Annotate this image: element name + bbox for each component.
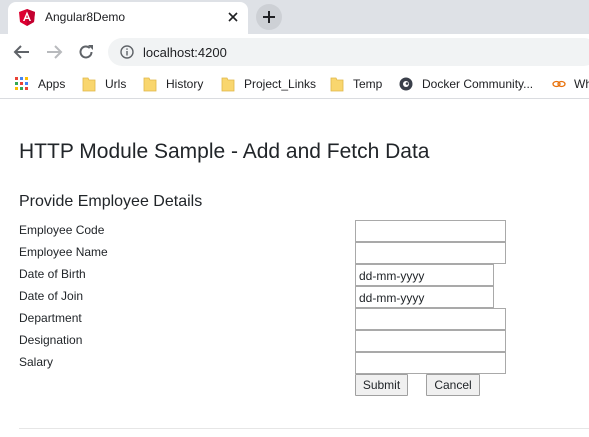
department-input[interactable] — [355, 308, 506, 330]
folder-icon — [143, 77, 157, 92]
bookmarks-bar: Apps Urls History Project_Links Temp Doc… — [0, 70, 589, 99]
department-label: Department — [19, 311, 82, 325]
date-placeholder: dd-mm-yyyy — [359, 269, 425, 283]
submit-button[interactable]: Submit — [355, 374, 408, 396]
designation-input[interactable] — [355, 330, 506, 352]
angular-icon — [19, 9, 35, 26]
salary-input[interactable] — [355, 352, 506, 374]
plus-icon — [263, 11, 275, 23]
employee-code-label: Employee Code — [19, 223, 105, 237]
browser-toolbar: localhost:4200 — [0, 34, 589, 70]
address-bar[interactable]: localhost:4200 — [108, 38, 589, 66]
salary-label: Salary — [19, 355, 54, 369]
employee-name-label: Employee Name — [19, 245, 108, 259]
close-icon[interactable] — [226, 10, 240, 24]
docker-icon — [399, 77, 413, 91]
tab-title: Angular8Demo — [45, 10, 126, 24]
cancel-button[interactable]: Cancel — [426, 374, 480, 396]
divider — [19, 428, 589, 429]
designation-label: Designation — [19, 333, 83, 347]
employee-name-input[interactable] — [355, 242, 506, 264]
tab-strip: Angular8Demo — [0, 0, 589, 34]
page-title: HTTP Module Sample - Add and Fetch Data — [19, 140, 430, 163]
folder-icon — [82, 77, 96, 92]
bookmark-label: Apps — [38, 77, 66, 91]
browser-tab[interactable]: Angular8Demo — [8, 2, 248, 34]
bookmark-label: Urls — [105, 77, 127, 91]
new-tab-button[interactable] — [256, 4, 282, 30]
form-heading: Provide Employee Details — [19, 193, 203, 210]
back-arrow-icon[interactable] — [13, 43, 31, 61]
date-of-birth-input[interactable]: dd-mm-yyyy — [355, 264, 494, 286]
folder-icon — [330, 77, 344, 92]
bookmark-label: Project_Links — [244, 77, 317, 91]
info-icon[interactable] — [120, 45, 134, 59]
bookmark-label: History — [166, 77, 204, 91]
date-of-birth-label: Date of Birth — [19, 267, 86, 281]
link-icon — [552, 80, 566, 88]
apps-grid-icon — [15, 77, 28, 90]
bookmark-label: Temp — [353, 77, 383, 91]
date-of-join-label: Date of Join — [19, 289, 84, 303]
bookmark-label: Wh — [574, 77, 589, 91]
bookmark-label: Docker Community... — [422, 77, 534, 91]
employee-code-input[interactable] — [355, 220, 506, 242]
url-text: localhost:4200 — [143, 45, 227, 60]
date-placeholder: dd-mm-yyyy — [359, 291, 425, 305]
reload-icon[interactable] — [77, 43, 95, 61]
date-of-join-input[interactable]: dd-mm-yyyy — [355, 286, 494, 308]
forward-arrow-icon[interactable] — [45, 43, 63, 61]
folder-icon — [221, 77, 235, 92]
